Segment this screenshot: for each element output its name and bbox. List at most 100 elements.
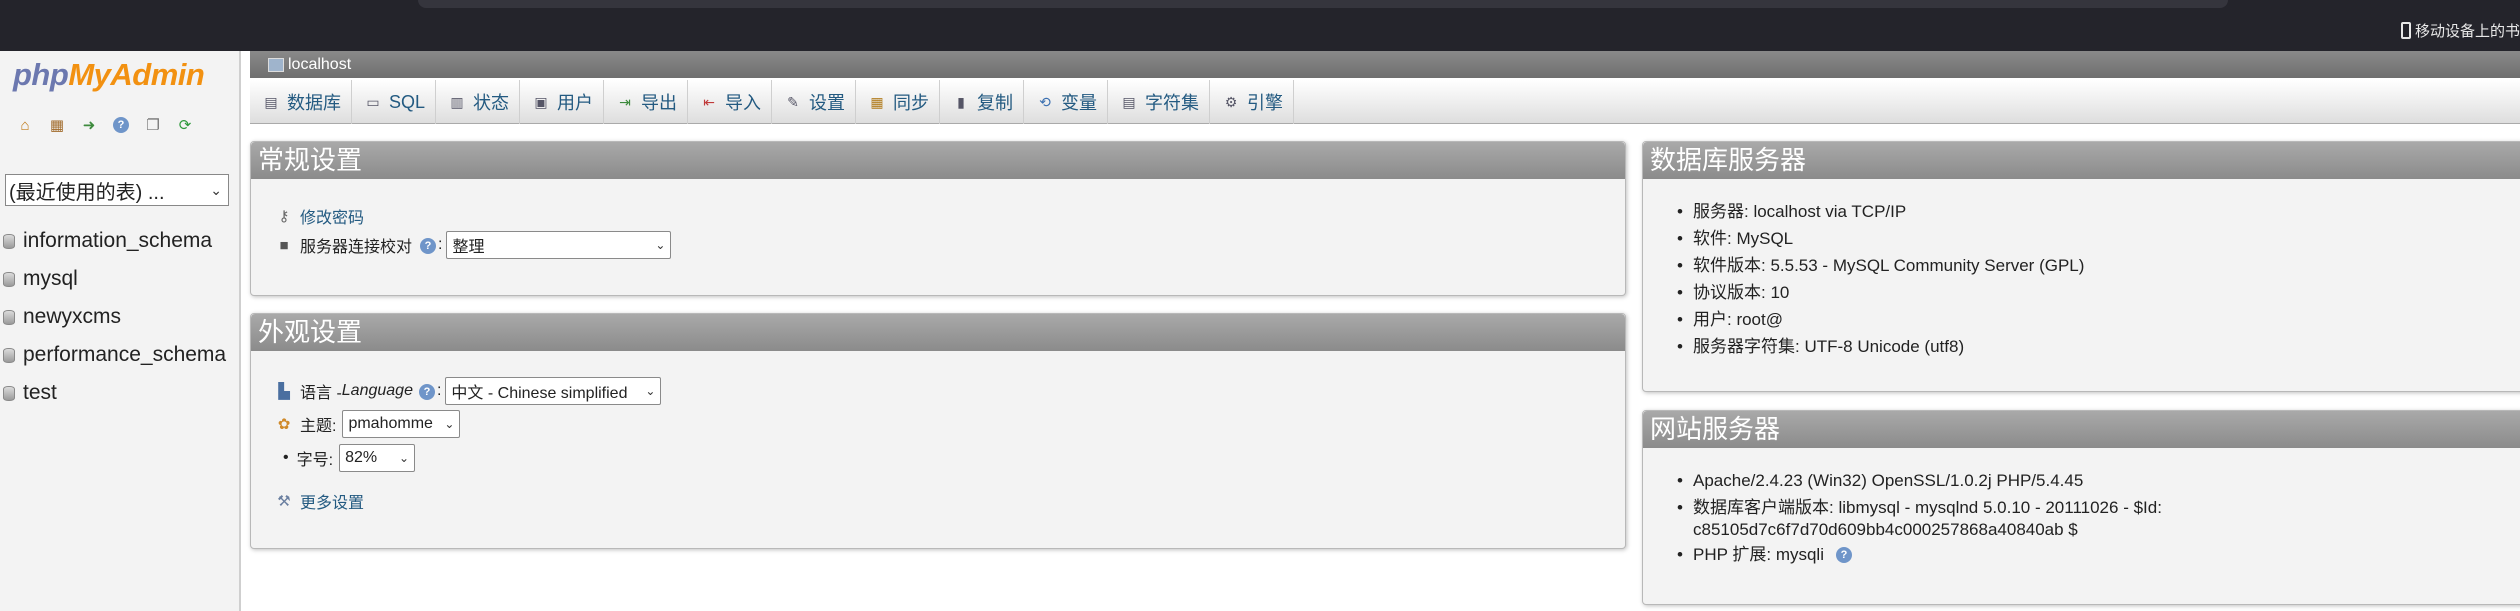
sql-icon: ▭ (366, 93, 380, 110)
home-icon[interactable]: ⌂ (15, 115, 35, 135)
help-icon[interactable]: ? (420, 236, 437, 254)
tab-charsets[interactable]: ▤ 字符集 (1108, 80, 1211, 124)
language-icon: ▙ (278, 383, 290, 400)
db-item-performance-schema[interactable]: performance_schema (0, 336, 226, 374)
change-password-link[interactable]: 修改密码 (300, 204, 364, 228)
docs-icon[interactable]: ❐ (143, 115, 163, 135)
list-item: 数据库客户端版本: libmysql - mysqlnd 5.0.10 - 20… (1677, 494, 2162, 541)
db-server-info-list: 服务器: localhost via TCP/IP 软件: MySQL 软件版本… (1677, 198, 2084, 360)
db-icon (3, 271, 15, 287)
top-menu-tabs: ▤ 数据库 ▭ SQL ▥ 状态 ▣ 用户 ⇥ 导出 ⇤ 导入 ✎ 设置 ▦ 同步 ▮ 复制 ⟲ 变… (250, 80, 2520, 124)
change-password-row: ⚷ 修改密码 (274, 204, 365, 228)
php-extension: PHP 扩展: mysqli (1693, 545, 1824, 564)
tab-export[interactable]: ⇥ 导出 (604, 80, 689, 124)
theme-row: ✿ 主题: pmahomme ⌄ (274, 410, 461, 438)
chevron-down-icon: ⌄ (655, 238, 666, 252)
panel-title: 网站服务器 (1643, 411, 2520, 448)
navigation-panel: phpMyAdmin ⌂ ▦ ➜ ? ❐ ⟳ (最近使用的表) ... ⌄ in… (0, 51, 241, 611)
tab-sync[interactable]: ▦ 同步 (856, 80, 941, 124)
more-settings-link[interactable]: 更多设置 (300, 489, 364, 513)
reload-icon[interactable]: ⟳ (175, 115, 195, 135)
language-label: 语言 - (300, 385, 342, 402)
tab-engines[interactable]: ⚙ 引擎 (1210, 80, 1295, 124)
tab-import[interactable]: ⇤ 导入 (688, 80, 773, 124)
db-item-information-schema[interactable]: information_schema (0, 222, 226, 260)
logo-admin: Admin (110, 57, 205, 92)
mobile-bookmarks-label: 移动设备上的书 (2414, 22, 2520, 40)
db-icon (3, 233, 15, 249)
palette-icon: ✿ (277, 416, 291, 433)
db-item-newyxcms[interactable]: newyxcms (0, 298, 226, 336)
server-breadcrumb[interactable]: localhost (250, 51, 2520, 78)
db-name: test (23, 381, 57, 404)
mobile-bookmarks[interactable]: 移动设备上的书 (2400, 19, 2520, 41)
client-version-line1: 数据库客户端版本: libmysql - mysqlnd 5.0.10 - 20… (1693, 498, 2162, 517)
help-icon[interactable]: ? (111, 115, 131, 135)
list-item: PHP 扩展: mysqli ? (1677, 541, 2162, 568)
collation-label: 服务器连接校对 (300, 239, 413, 256)
nav-icons: ⌂ ▦ ➜ ? ❐ ⟳ (15, 115, 195, 135)
tab-label: 变量 (1061, 93, 1098, 113)
tab-sql[interactable]: ▭ SQL (352, 80, 437, 124)
colon: : (438, 236, 443, 253)
chevron-down-icon: ⌄ (645, 384, 656, 398)
variables-icon: ⟲ (1039, 93, 1051, 110)
phpmyadmin-logo[interactable]: phpMyAdmin (13, 57, 205, 93)
help-icon[interactable]: ? (418, 382, 435, 400)
tab-users[interactable]: ▣ 用户 (520, 80, 605, 124)
recent-tables-label: (最近使用的表) ... (9, 181, 165, 204)
tab-replication[interactable]: ▮ 复制 (940, 80, 1025, 124)
tab-label: 用户 (557, 93, 594, 113)
font-size-select[interactable]: 82% ⌄ (339, 444, 416, 472)
help-icon[interactable]: ? (1836, 546, 1852, 563)
tab-label: 数据库 (287, 93, 341, 113)
language-label-italic: Language (341, 382, 413, 399)
list-item: 软件: MySQL (1677, 225, 2084, 252)
language-select[interactable]: 中文 - Chinese simplified ⌄ (445, 377, 662, 405)
database-tree: information_schema mysql newyxcms perfor… (0, 222, 226, 412)
more-settings-row: ⚒ 更多设置 (274, 489, 364, 513)
settings-icon: ✎ (787, 93, 799, 110)
database-icon: ▤ (264, 93, 278, 110)
tab-label: 状态 (473, 93, 510, 113)
server-icon (268, 57, 284, 72)
users-icon: ▣ (534, 93, 548, 110)
theme-select[interactable]: pmahomme ⌄ (342, 410, 461, 438)
chevron-down-icon: ⌄ (444, 417, 455, 431)
list-item: 服务器: localhost via TCP/IP (1677, 198, 2084, 225)
import-icon: ⇤ (703, 93, 715, 110)
db-icon (3, 347, 15, 363)
db-name: mysql (23, 267, 78, 290)
tab-variables[interactable]: ⟲ 变量 (1024, 80, 1109, 124)
panel-title: 数据库服务器 (1643, 142, 2520, 179)
db-icon (3, 385, 15, 401)
web-server-panel: 网站服务器 Apache/2.4.23 (Win32) OpenSSL/1.0.… (1642, 410, 2520, 605)
database-icon[interactable]: ▦ (47, 115, 67, 135)
sync-icon: ▦ (870, 93, 884, 110)
tab-label: 导入 (725, 93, 762, 113)
collation-select[interactable]: 整理 ⌄ (446, 231, 672, 259)
address-bar[interactable] (418, 0, 2228, 8)
sign-out-icon[interactable]: ➜ (79, 115, 99, 135)
collation-value: 整理 (452, 239, 485, 256)
tab-settings[interactable]: ✎ 设置 (772, 80, 857, 124)
font-size-value: 82% (345, 449, 378, 466)
db-item-mysql[interactable]: mysql (0, 260, 226, 298)
db-name: performance_schema (23, 343, 227, 366)
recent-tables-select[interactable]: (最近使用的表) ... ⌄ (5, 174, 229, 206)
appearance-settings-panel: 外观设置 ▙ 语言 - Language ? : 中文 - Chinese si… (250, 313, 1626, 549)
db-name: newyxcms (23, 305, 122, 328)
browser-top-bar: 移动设备上的书 (0, 0, 2520, 51)
tab-databases[interactable]: ▤ 数据库 (250, 80, 352, 124)
font-size-label: 字号: (296, 452, 334, 469)
db-name: information_schema (23, 229, 213, 252)
db-item-test[interactable]: test (0, 374, 226, 412)
colon: : (436, 382, 442, 399)
logo-my: My (68, 57, 111, 92)
charset-icon: ▤ (1122, 93, 1136, 110)
list-item: 服务器字符集: UTF-8 Unicode (utf8) (1677, 333, 2084, 360)
theme-label: 主题: (300, 418, 337, 435)
tab-status[interactable]: ▥ 状态 (436, 80, 521, 124)
list-item: 软件版本: 5.5.53 - MySQL Community Server (G… (1677, 252, 2084, 279)
engine-icon: ⚙ (1224, 93, 1238, 110)
